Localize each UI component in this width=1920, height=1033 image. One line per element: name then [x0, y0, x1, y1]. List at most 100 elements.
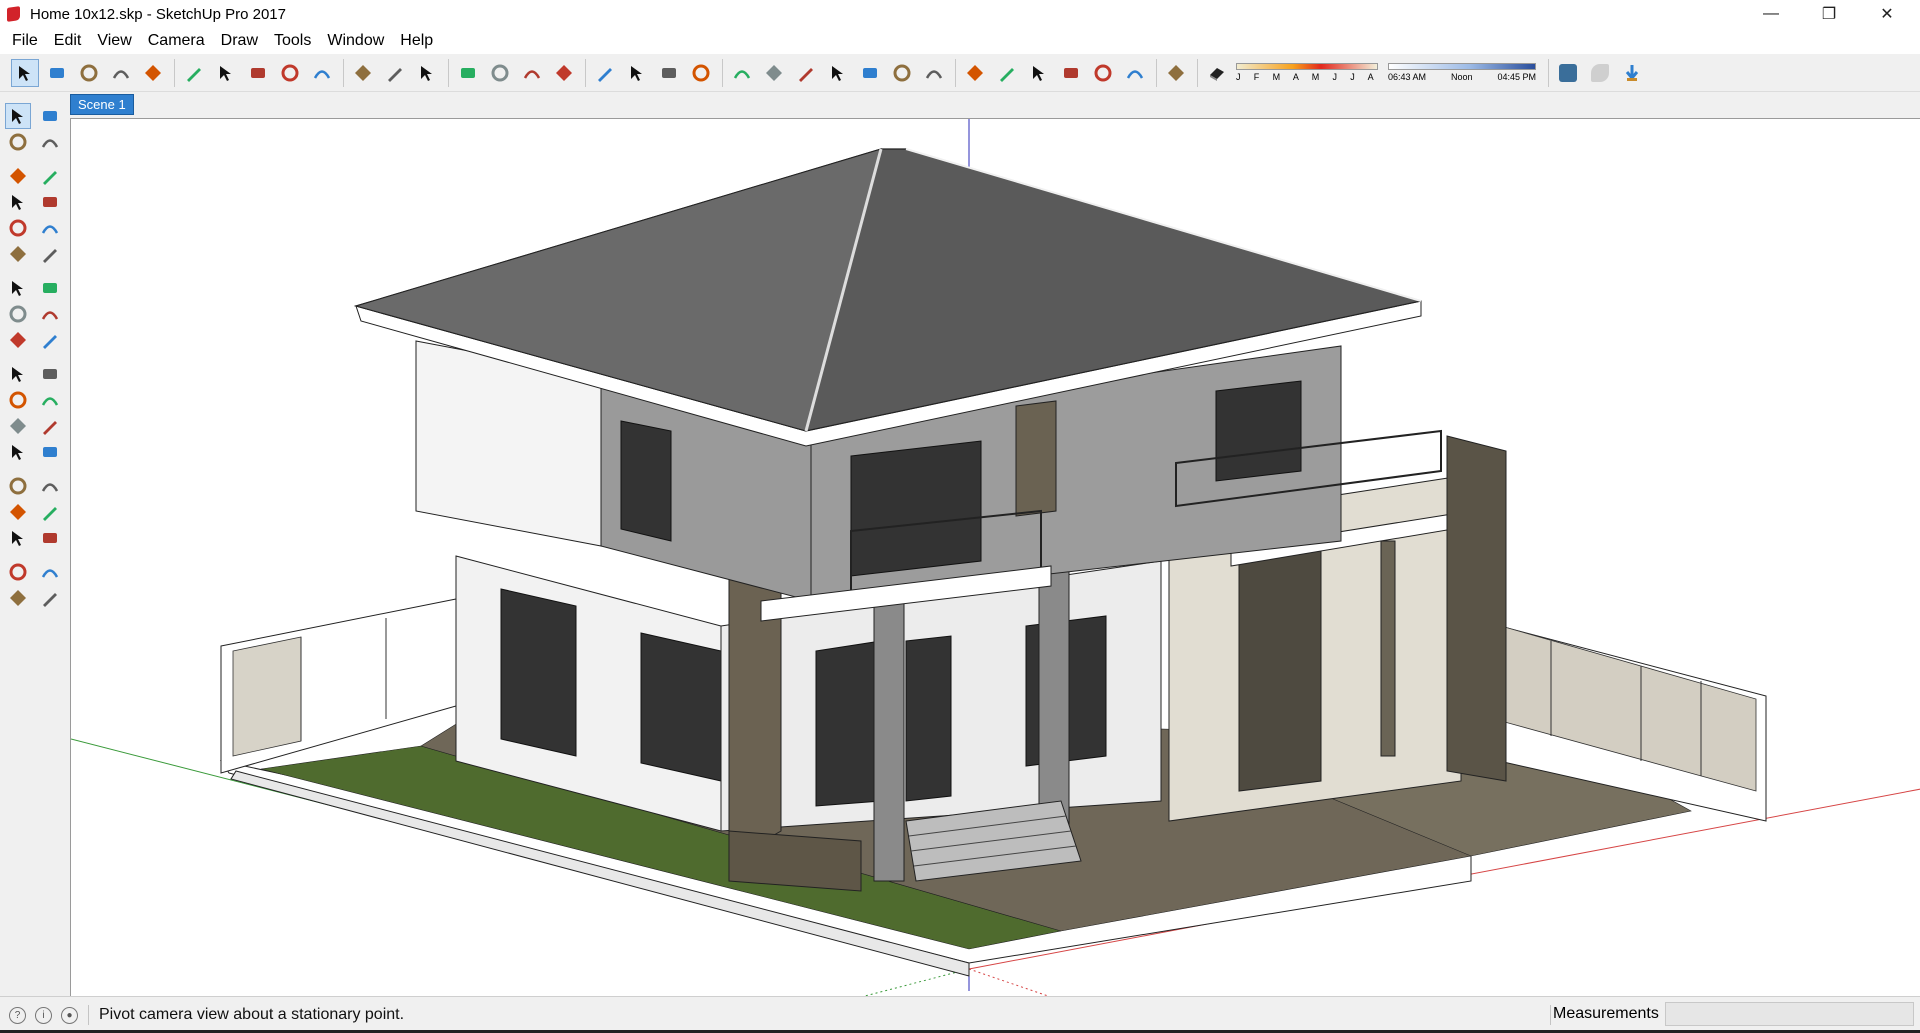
- time-track[interactable]: [1388, 63, 1536, 70]
- pan-button[interactable]: [487, 60, 513, 86]
- menu-camera[interactable]: Camera: [140, 28, 213, 54]
- ruby-button[interactable]: [688, 60, 714, 86]
- arc-tool[interactable]: [6, 242, 30, 266]
- pie-tool[interactable]: [38, 276, 62, 300]
- three-point-arc-tool[interactable]: [6, 276, 30, 300]
- sandbox-button[interactable]: [1587, 60, 1613, 86]
- move-tool[interactable]: [6, 302, 30, 326]
- walk-tool[interactable]: [6, 586, 30, 610]
- select-button[interactable]: [11, 58, 39, 87]
- push-pull-tool[interactable]: [38, 302, 62, 326]
- shadows-toggle-button[interactable]: [1204, 60, 1230, 86]
- previous-view-tool[interactable]: [38, 526, 62, 550]
- eraser-tool[interactable]: [38, 130, 62, 154]
- model-viewport[interactable]: [70, 118, 1920, 996]
- scale-button[interactable]: [309, 60, 335, 86]
- menu-view[interactable]: View: [89, 28, 139, 54]
- move-button[interactable]: [245, 60, 271, 86]
- protractor-tool[interactable]: [6, 414, 30, 438]
- orbit-tool[interactable]: [6, 474, 30, 498]
- position-camera-tool[interactable]: [6, 560, 30, 584]
- layout-button[interactable]: [656, 60, 682, 86]
- offset-tool[interactable]: [38, 362, 62, 386]
- minimize-button[interactable]: —: [1742, 0, 1800, 28]
- left-view-button[interactable]: [1122, 60, 1148, 86]
- warehouse-button[interactable]: [592, 60, 618, 86]
- right-view-button[interactable]: [1058, 60, 1084, 86]
- house-model[interactable]: [71, 119, 1920, 996]
- 3d-text-tool[interactable]: [38, 440, 62, 464]
- shadow-month-slider[interactable]: J F M A M J J A S O N D: [1236, 60, 1378, 86]
- geo-status-icon[interactable]: ?: [9, 1006, 26, 1024]
- text-button[interactable]: [382, 60, 408, 86]
- select-tool[interactable]: [5, 103, 31, 129]
- menu-tools[interactable]: Tools: [266, 28, 319, 54]
- monochrome-button[interactable]: [921, 60, 947, 86]
- measurements-input[interactable]: [1665, 1002, 1914, 1026]
- rectangle-button[interactable]: [140, 60, 166, 86]
- front-door-right: [905, 635, 952, 802]
- zoom-extents-tool[interactable]: [6, 526, 30, 550]
- move-icon: [9, 305, 27, 323]
- back-view-button[interactable]: [1090, 60, 1116, 86]
- two-point-arc-tool[interactable]: [38, 242, 62, 266]
- month-track[interactable]: [1236, 63, 1378, 70]
- axes-icon: [12, 445, 23, 460]
- user-account-icon[interactable]: ●: [61, 1006, 78, 1024]
- back-edges-button[interactable]: [761, 60, 787, 86]
- tab-scene-1[interactable]: Scene 1: [70, 93, 134, 115]
- menu-draw[interactable]: Draw: [213, 28, 266, 54]
- rotate-button[interactable]: [277, 60, 303, 86]
- follow-me-button[interactable]: [213, 60, 239, 86]
- pencil-button[interactable]: [76, 60, 102, 86]
- polygon-tool[interactable]: [38, 216, 62, 240]
- menu-window[interactable]: Window: [319, 28, 392, 54]
- zoom-extents-button[interactable]: [551, 60, 577, 86]
- circle-tool[interactable]: [6, 216, 30, 240]
- rotated-rectangle-tool[interactable]: [38, 190, 62, 214]
- zoom-window-tool[interactable]: [38, 500, 62, 524]
- scale-tool[interactable]: [6, 362, 30, 386]
- iso-view-button[interactable]: [962, 60, 988, 86]
- freehand-tool[interactable]: [38, 164, 62, 188]
- restore-button[interactable]: ❐: [1800, 0, 1858, 28]
- rotate-tool[interactable]: [6, 328, 30, 352]
- menu-help[interactable]: Help: [392, 28, 441, 54]
- shadow-time-slider[interactable]: 06:43 AM Noon 04:45 PM: [1388, 63, 1536, 82]
- menu-file[interactable]: File: [4, 28, 46, 54]
- paint-bucket-tool[interactable]: [6, 130, 30, 154]
- follow-me-tool[interactable]: [38, 328, 62, 352]
- line-tool[interactable]: [6, 164, 30, 188]
- shaded-button[interactable]: [857, 60, 883, 86]
- extension-warehouse-button[interactable]: [624, 60, 650, 86]
- dimension-tool[interactable]: [38, 388, 62, 412]
- wireframe-button[interactable]: [793, 60, 819, 86]
- arc-button[interactable]: [108, 60, 134, 86]
- add-location-button[interactable]: [1619, 60, 1645, 86]
- tape-measure-button[interactable]: [350, 60, 376, 86]
- front-view-button[interactable]: [1026, 60, 1052, 86]
- tape-measure-tool[interactable]: [6, 388, 30, 412]
- eraser-button[interactable]: [44, 60, 70, 86]
- axes-tool[interactable]: [6, 440, 30, 464]
- rectangle-tool[interactable]: [6, 190, 30, 214]
- pan-tool[interactable]: [38, 474, 62, 498]
- make-component-tool[interactable]: [38, 104, 62, 128]
- close-button[interactable]: ✕: [1858, 0, 1916, 28]
- section-plane-tool[interactable]: [38, 586, 62, 610]
- orbit-button[interactable]: [455, 60, 481, 86]
- xray-button[interactable]: [729, 60, 755, 86]
- paint-bucket-button[interactable]: [414, 60, 440, 86]
- menu-edit[interactable]: Edit: [46, 28, 90, 54]
- zoom-button[interactable]: [519, 60, 545, 86]
- top-view-button[interactable]: [994, 60, 1020, 86]
- zoom-tool[interactable]: [6, 500, 30, 524]
- shaded-textures-button[interactable]: [889, 60, 915, 86]
- hidden-line-button[interactable]: [825, 60, 851, 86]
- geo-location-button[interactable]: [1555, 60, 1581, 86]
- look-around-tool[interactable]: [38, 560, 62, 584]
- push-pull-button[interactable]: [181, 60, 207, 86]
- credits-icon[interactable]: i: [35, 1006, 52, 1024]
- text-tool[interactable]: [38, 414, 62, 438]
- shadows-toggle-button[interactable]: [1163, 60, 1189, 86]
